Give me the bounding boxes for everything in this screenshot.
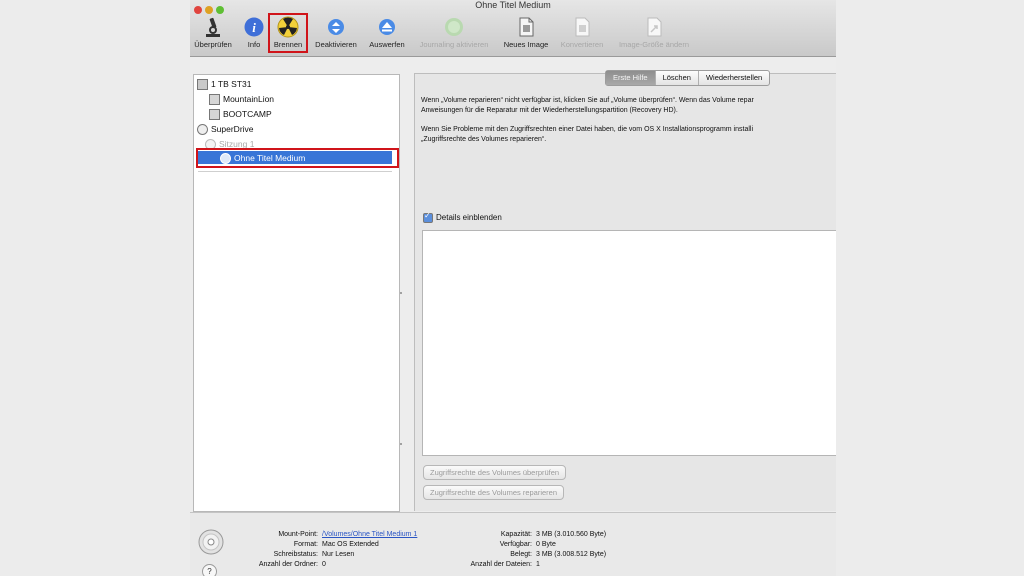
help-line: Wenn Sie Probleme mit den Zugriffsrechte… [421,126,754,133]
write-status-label: Schreibstatus: [273,551,318,558]
details-label: Details einblenden [436,213,502,223]
disk-utility-window: Ohne Titel Medium Überprüfen i Info Bren… [190,0,836,576]
toolbar-label: Info [247,40,261,49]
first-aid-panel: Erste Hilfe Löschen Wiederherstellen Wen… [414,70,836,511]
journaling-icon [443,16,465,38]
disc-icon [198,529,224,560]
optical-drive-icon [197,124,208,136]
details-checkbox[interactable]: Details einblenden [423,211,502,223]
sidebar-item-label: SuperDrive [211,124,254,134]
burn-highlight-box [268,13,308,53]
sidebar-item-disk[interactable]: 1 TB ST31 [197,77,251,91]
help-button[interactable]: ? [202,564,217,576]
svg-text:i: i [252,20,256,35]
used-value: 3 MB (3.008.512 Byte) [536,551,607,558]
pane-splitter[interactable] [399,74,404,510]
checkbox-checked-icon[interactable] [423,211,433,223]
sidebar-item-label: BOOTCAMP [223,109,272,119]
toolbar-eject-button[interactable]: Auswerfen [363,16,411,49]
used-label: Belegt: [510,551,532,558]
tab-bar: Erste Hilfe Löschen Wiederherstellen [605,70,771,86]
toolbar-verify-button[interactable]: Überprüfen [192,16,234,49]
convert-icon [571,16,593,38]
volume-icon [209,109,220,121]
toolbar-label: Auswerfen [369,40,405,49]
microscope-icon [202,16,224,38]
volume-icon [209,94,220,106]
sidebar-item-label: 1 TB ST31 [211,79,252,89]
sidebar-item-label: MountainLion [223,94,275,104]
tab-restore[interactable]: Wiederherstellen [699,71,769,85]
toolbar-new-image-button[interactable]: Neues Image [498,16,554,49]
selection-highlight-box [196,148,399,168]
toolbar-convert-button[interactable]: Konvertieren [554,16,610,49]
mount-point-link[interactable]: /Volumes/Ohne Titel Medium 1 [322,530,417,540]
tab-erase[interactable]: Löschen [656,71,699,85]
eject-icon [376,16,398,38]
new-image-icon [515,16,537,38]
toolbar-label: Image-Größe ändern [618,40,690,49]
toolbar-label: Überprüfen [194,40,232,49]
sidebar-item-superdrive[interactable]: SuperDrive [197,122,254,136]
toolbar-resize-image-button[interactable]: Image-Größe ändern [610,16,698,49]
file-count-label: Anzahl der Dateien: [470,561,532,568]
details-log-area[interactable] [422,230,836,456]
toolbar-journaling-button[interactable]: Journaling aktivieren [414,16,494,49]
capacity-value: 3 MB (3.010.560 Byte) [536,531,607,538]
tab-first-aid[interactable]: Erste Hilfe [606,71,656,85]
folder-count-value: 0 [322,561,326,568]
unmount-icon [325,16,347,38]
verify-permissions-button[interactable]: Zugriffsrechte des Volumes überprüfen [423,465,567,480]
folder-count-label: Anzahl der Ordner: [258,561,318,568]
toolbar-unmount-button[interactable]: Deaktivieren [309,16,363,49]
help-line: „Zugriffsrechte des Volumes reparieren“. [421,136,547,143]
toolbar-info-button[interactable]: i Info [239,16,269,49]
available-value: 0 Byte [536,541,556,548]
file-count-value: 1 [536,561,540,568]
format-value: Mac OS Extended [322,541,379,548]
toolbar: Ohne Titel Medium Überprüfen i Info Bren… [190,0,836,57]
help-text: Wenn „Volume reparieren“ nicht verfügbar… [421,96,836,154]
window-title: Ohne Titel Medium [475,0,551,10]
sidebar-item-bootcamp[interactable]: BOOTCAMP [209,107,272,121]
hard-disk-icon [197,79,208,91]
help-line: Wenn „Volume reparieren“ nicht verfügbar… [421,97,754,104]
help-line: Anweisungen für die Reparatur mit der Wi… [421,107,678,114]
repair-permissions-button[interactable]: Zugriffsrechte des Volumes reparieren [423,485,565,500]
format-label: Format: [293,541,318,548]
toolbar-label: Journaling aktivieren [419,40,489,49]
resize-image-icon [643,16,665,38]
capacity-label: Kapazität: [500,531,532,538]
sidebar-item-mountainlion[interactable]: MountainLion [209,92,274,106]
device-list: 1 TB ST31 MountainLion BOOTCAMP SuperDri… [193,74,400,512]
write-status-value: Nur Lesen [322,551,355,558]
mount-point-label: Mount-Point: [278,531,318,538]
toolbar-label: Konvertieren [560,40,604,49]
info-footer: ? Mount-Point: /Volumes/Ohne Titel Mediu… [190,512,836,576]
toolbar-label: Neues Image [503,40,549,49]
available-label: Verfügbar: [499,541,532,548]
toolbar-label: Deaktivieren [315,40,357,49]
info-icon: i [243,16,265,38]
divider [198,171,392,172]
